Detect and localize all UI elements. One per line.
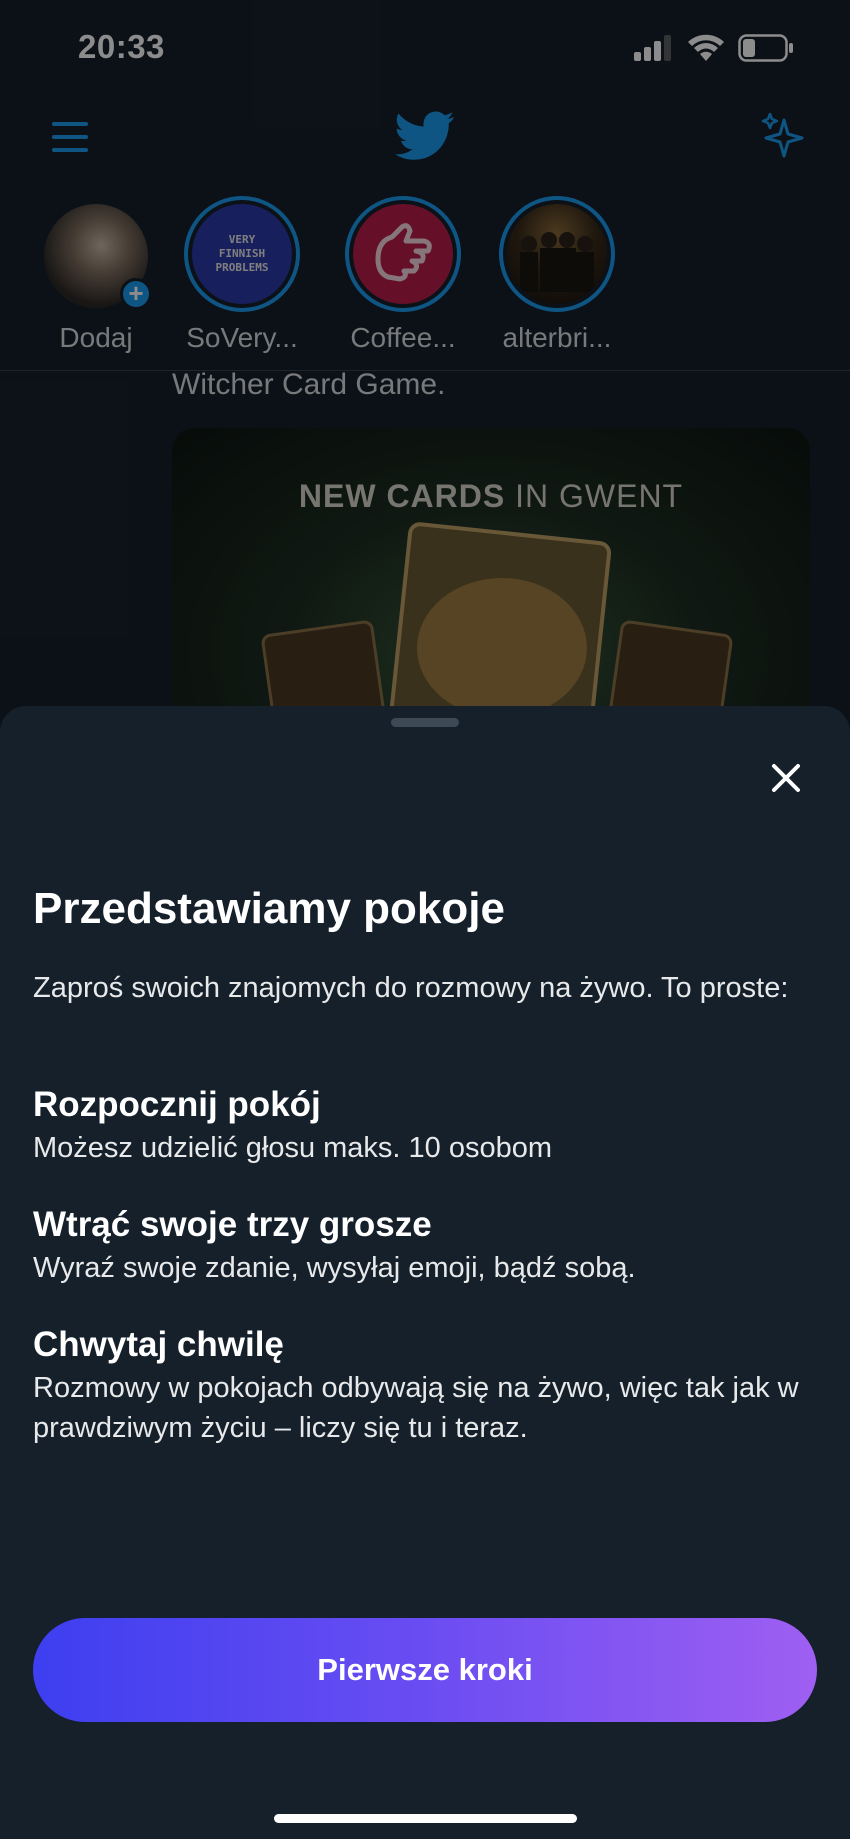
get-started-button[interactable]: Pierwsze kroki (33, 1618, 817, 1722)
rooms-intro-sheet: Przedstawiamy pokoje Zaproś swoich znajo… (0, 706, 850, 1839)
sheet-drag-handle[interactable] (391, 718, 459, 727)
home-indicator[interactable] (274, 1814, 577, 1823)
sheet-title: Przedstawiamy pokoje (33, 884, 505, 933)
feature-desc: Możesz udzielić głosu maks. 10 osobom (33, 1132, 553, 1164)
close-icon[interactable] (762, 754, 810, 802)
feature-desc: Rozmowy w pokojach odbywają się na żywo,… (33, 1372, 799, 1444)
feature-item: Wtrąć swoje trzy grosze Wyraź swoje zdan… (33, 1202, 823, 1288)
feature-title: Rozpocznij pokój (33, 1085, 321, 1124)
feature-title: Chwytaj chwilę (33, 1325, 284, 1364)
feature-title: Wtrąć swoje trzy grosze (33, 1205, 432, 1244)
feature-desc: Wyraź swoje zdanie, wysyłaj emoji, bądź … (33, 1252, 636, 1284)
feature-item: Rozpocznij pokój Możesz udzielić głosu m… (33, 1082, 823, 1168)
feature-item: Chwytaj chwilę Rozmowy w pokojach odbywa… (33, 1322, 823, 1448)
sheet-intro: Zaproś swoich znajomych do rozmowy na ży… (33, 972, 789, 1004)
